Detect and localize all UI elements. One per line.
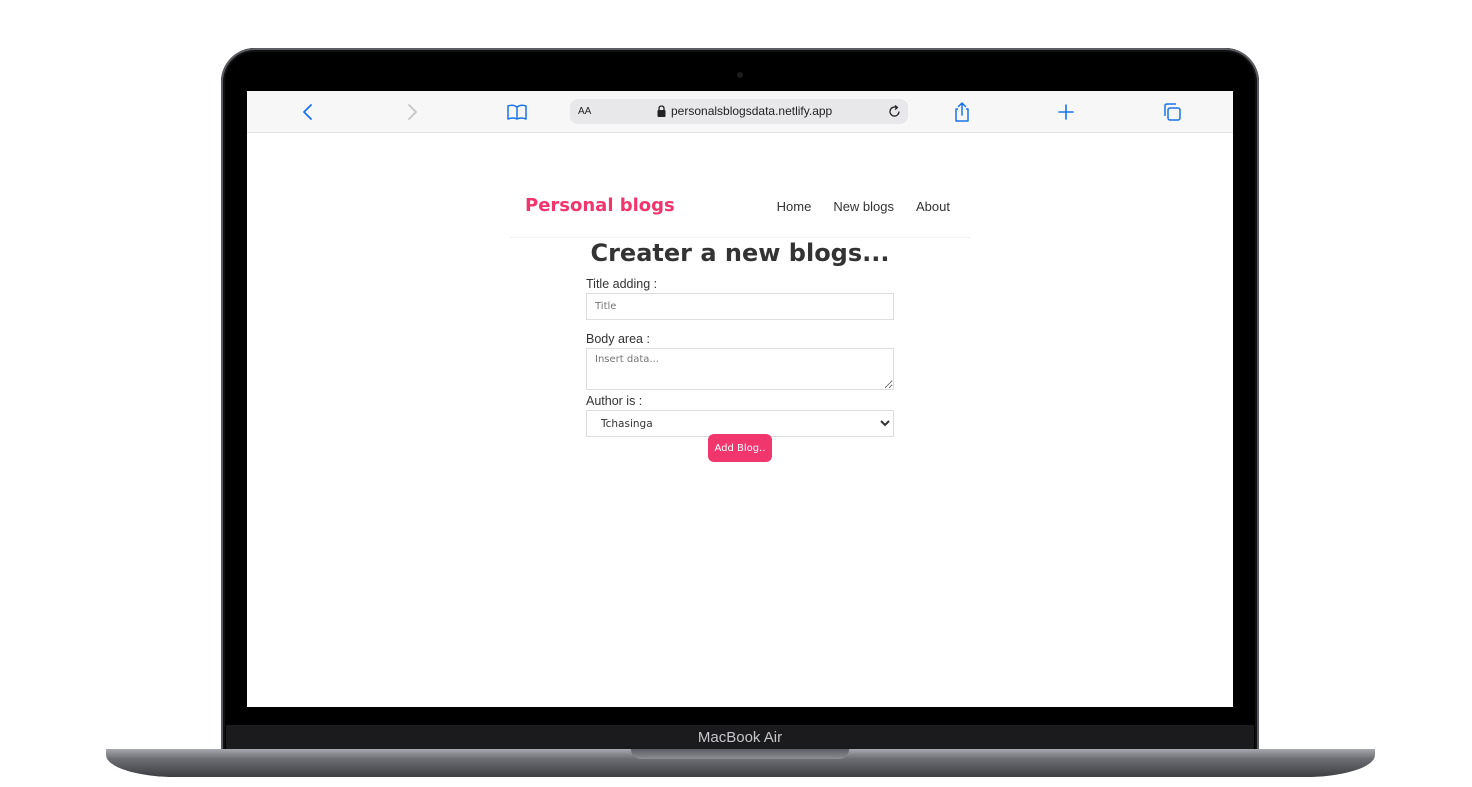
url-text: personalsblogsdata.netlify.app [671, 104, 833, 118]
site-navbar: Personal blogs Home New blogs About [509, 149, 971, 238]
add-blog-button[interactable]: Add Blog.. [708, 434, 772, 462]
site-title[interactable]: Personal blogs [525, 195, 675, 216]
share-icon[interactable] [951, 101, 973, 123]
title-label: Title adding : [586, 277, 658, 291]
device-brand-label: MacBook Air [697, 729, 783, 746]
new-tab-icon[interactable] [1055, 101, 1077, 123]
author-select[interactable]: Tchasinga [586, 410, 894, 437]
nav-link-about[interactable]: About [916, 199, 950, 214]
body-label: Body area : [586, 332, 650, 346]
browser-screen: AA personalsblogsdata.netlify.app Person… [247, 91, 1233, 707]
page-title: Creater a new blogs... [590, 239, 890, 267]
nav-link-new-blogs[interactable]: New blogs [833, 199, 894, 214]
nav-link-home[interactable]: Home [777, 199, 812, 214]
author-label: Author is : [586, 394, 643, 408]
create-blog-form: Title adding : Body area : Author is : T… [586, 275, 894, 437]
text-size-button[interactable]: AA [578, 99, 591, 124]
laptop-hinge-notch [631, 749, 849, 759]
tabs-icon[interactable] [1161, 101, 1183, 123]
browser-toolbar: AA personalsblogsdata.netlify.app [247, 91, 1233, 133]
back-icon[interactable] [297, 101, 319, 123]
camera-icon [737, 72, 743, 78]
title-input[interactable] [586, 293, 894, 320]
body-textarea[interactable] [586, 348, 894, 390]
lock-icon [657, 105, 666, 117]
reload-icon[interactable] [887, 104, 902, 119]
bookmarks-icon[interactable] [506, 101, 528, 123]
nav-links: Home New blogs About [777, 199, 950, 214]
address-bar[interactable]: AA personalsblogsdata.netlify.app [570, 99, 908, 124]
forward-icon[interactable] [401, 101, 423, 123]
